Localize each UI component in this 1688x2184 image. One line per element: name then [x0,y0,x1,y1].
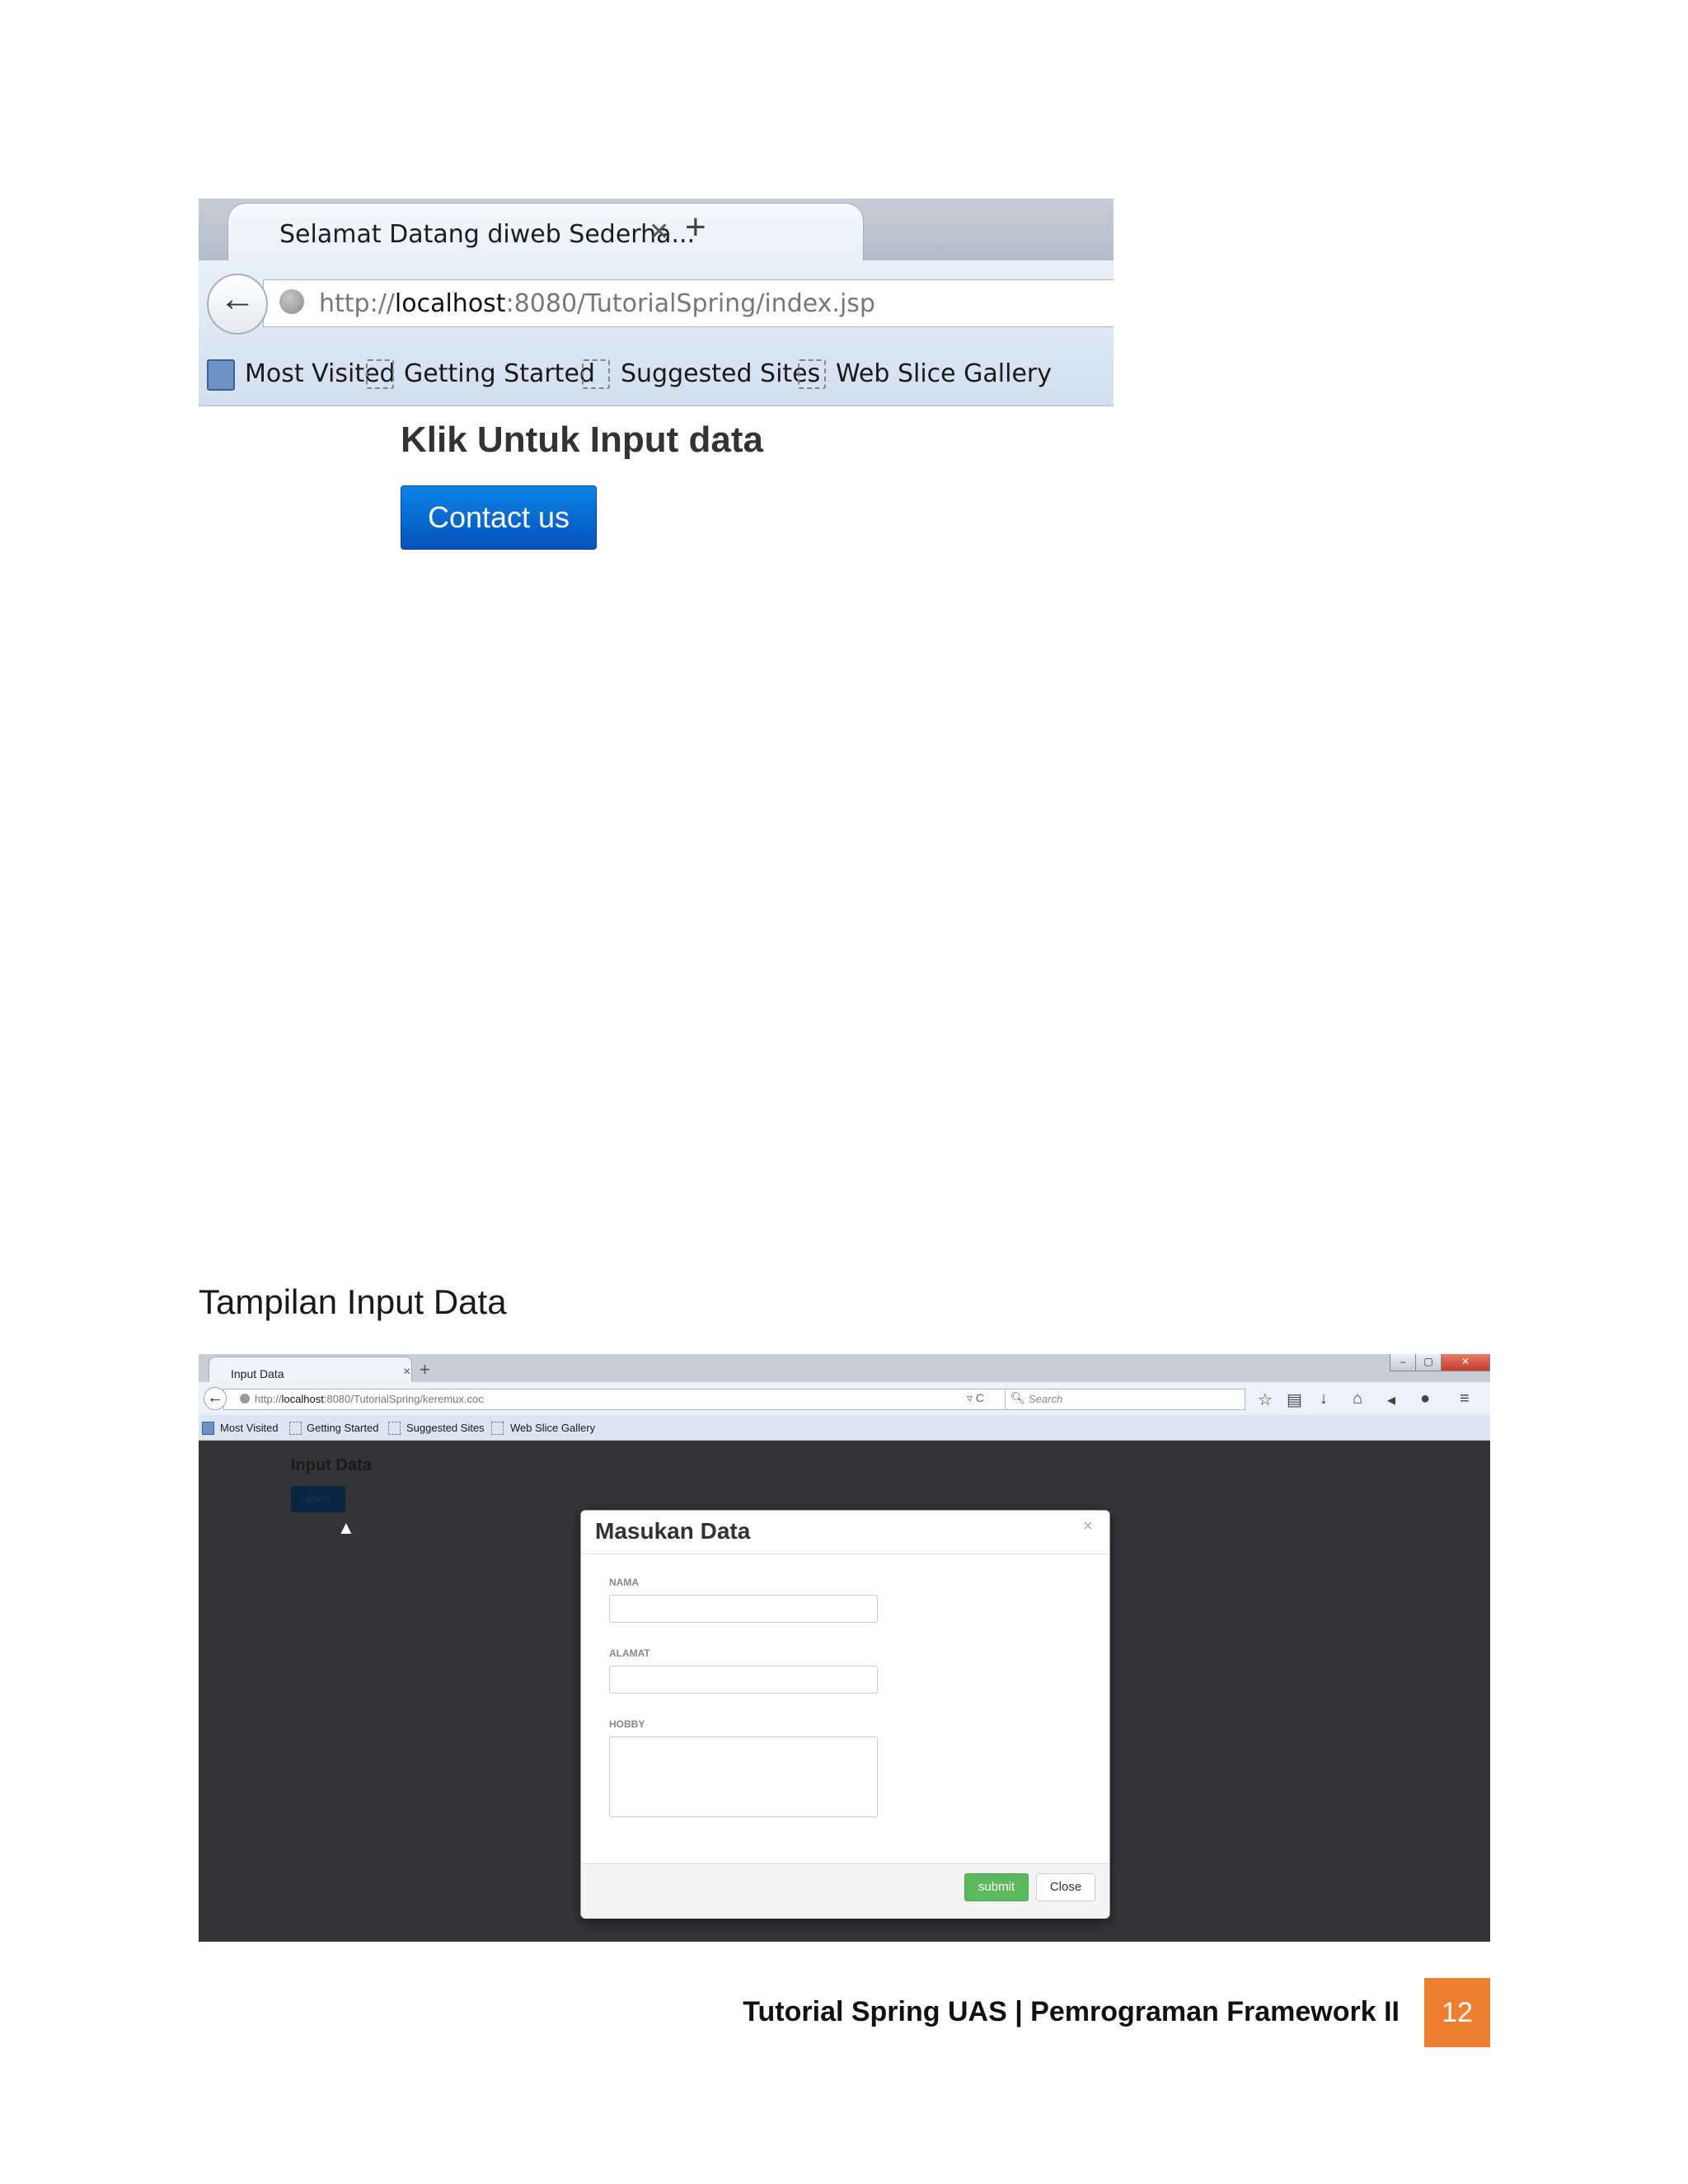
url-text: http://localhost:8080/TutorialSpring/ker… [255,1393,484,1405]
new-tab-icon[interactable]: + [420,1359,430,1380]
contact-us-button[interactable]: Contact us [401,485,597,550]
alamat-label: ALAMAT [609,1647,650,1659]
input-data-modal: Masukan Data × NAMA ALAMAT HOBBY [580,1510,1110,1919]
chat-icon[interactable]: ● [1420,1390,1430,1408]
section-caption: Tampilan Input Data [199,1282,507,1321]
browser-tab[interactable]: Selamat Datang diweb Sederha... ✕ [227,203,864,263]
close-button[interactable]: Close [1036,1873,1095,1901]
tab-title: Input Data [231,1367,284,1380]
minimize-icon[interactable]: – [1390,1354,1416,1371]
clipboard-icon[interactable]: ▤ [1287,1390,1302,1410]
browser-screenshot-input-data: Input Data × + – ▢ ✕ ← http://localhost:… [199,1354,1490,1942]
bookmark-suggested-sites[interactable]: Suggested Sites [621,359,820,388]
footer-title: Tutorial Spring UAS | Pemrograman Framew… [743,1996,1400,2027]
submit-button[interactable]: submit [964,1873,1029,1901]
back-arrow-icon: ← [219,279,256,319]
nama-input[interactable] [609,1595,878,1623]
bookmark-folder-icon [491,1422,504,1435]
bookmark-folder-icon [289,1422,302,1435]
maximize-icon[interactable]: ▢ [1415,1354,1442,1371]
search-icon: 🔍︎ [1010,1391,1025,1404]
menu-icon[interactable]: ≡ [1460,1390,1470,1408]
page-heading: Input Data [291,1456,372,1474]
home-icon[interactable]: ⌂ [1353,1390,1362,1408]
page-heading: Klik Untuk Input data [401,419,763,460]
tab-close-icon[interactable]: ✕ [649,218,669,246]
download-icon[interactable]: ↓ [1320,1390,1328,1408]
bookmark-folder-icon [366,359,394,389]
browser-tab[interactable]: Input Data × [209,1357,412,1384]
hobby-textarea[interactable] [609,1736,878,1817]
bookmark-web-slice-gallery[interactable]: Web Slice Gallery [836,359,1052,388]
modal-title: Masukan Data [595,1518,751,1544]
alamat-input[interactable] [609,1666,878,1694]
modal-close-icon[interactable]: × [1083,1517,1093,1536]
globe-icon [240,1394,250,1404]
hobby-label: HOBBY [609,1718,645,1730]
modal-footer [581,1863,1109,1919]
nama-label: NAMA [609,1577,639,1588]
search-placeholder: Search [1029,1393,1063,1405]
new-tab-icon[interactable]: + [685,207,706,248]
most-visited-icon [207,359,235,391]
reload-icon[interactable]: ▿ C [967,1391,984,1405]
open-form-button[interactable]: Klik!!! [291,1486,345,1512]
close-window-icon[interactable]: ✕ [1441,1354,1490,1371]
tab-title: Selamat Datang diweb Sederha... [279,220,696,249]
url-text: http://localhost:8080/TutorialSpring/ind… [319,289,875,318]
globe-icon [279,289,304,314]
bookmark-most-visited[interactable]: Most Visited [220,1422,279,1434]
bookmark-folder-icon [388,1422,401,1435]
bookmark-folder-icon [798,359,826,389]
back-button[interactable]: ← [207,274,268,335]
bookmark-suggested-sites[interactable]: Suggested Sites [406,1422,485,1434]
most-visited-icon [202,1422,214,1435]
star-icon[interactable]: ☆ [1258,1390,1273,1410]
mouse-cursor-icon: ▲ [337,1517,355,1538]
bookmark-getting-started[interactable]: Getting Started [307,1422,378,1434]
page-number: 12 [1424,1978,1490,2047]
window-controls: – ▢ ✕ [1390,1354,1490,1372]
send-icon[interactable]: ◂ [1387,1390,1395,1410]
bookmark-getting-started[interactable]: Getting Started [404,359,595,388]
browser-screenshot-index: Selamat Datang diweb Sederha... ✕ + ← ht… [199,199,1114,566]
back-arrow-icon[interactable]: ← [204,1387,227,1410]
bookmark-folder-icon [582,359,610,389]
bookmark-web-slice-gallery[interactable]: Web Slice Gallery [510,1422,595,1434]
tab-close-icon[interactable]: × [403,1365,410,1380]
